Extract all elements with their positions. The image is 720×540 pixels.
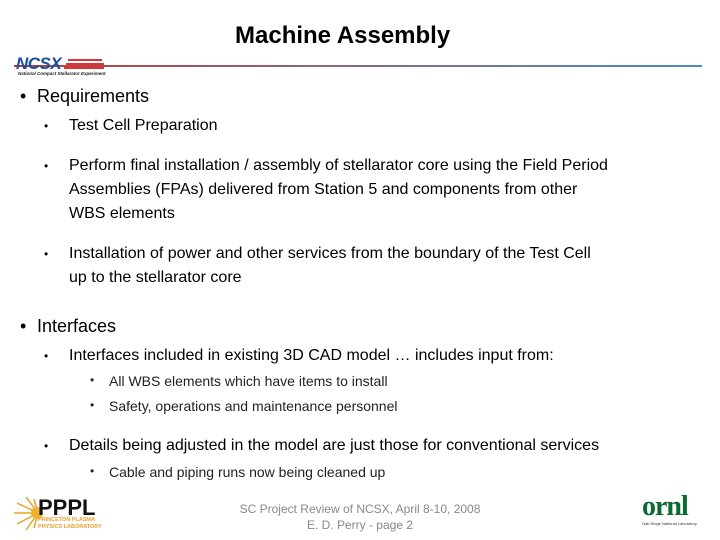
- ornl-logo-text: ornl: [642, 491, 689, 522]
- bullet-icon: •: [44, 247, 49, 261]
- bullet-icon: •: [90, 398, 95, 412]
- item-text: Details being adjusted in the model are …: [69, 437, 600, 454]
- bullet-icon: •: [44, 439, 49, 453]
- footer-line1: SC Project Review of NCSX, April 8-10, 2…: [239, 502, 481, 516]
- ncsx-logo: NCSX National Compact Stellarator Experi…: [16, 54, 111, 80]
- ncsx-stripe: [68, 59, 102, 61]
- ornl-logo: ornl Oak Ridge National Laboratory: [640, 491, 712, 533]
- bullet-icon: •: [20, 316, 27, 336]
- bullet-icon: •: [20, 86, 27, 106]
- item-text: Test Cell Preparation: [69, 117, 218, 134]
- ornl-logo-tagline: Oak Ridge National Laboratory: [642, 521, 697, 526]
- item-text-line: up to the stellarator core: [69, 269, 242, 286]
- footer-line2: E. D. Perry - page 2: [306, 518, 414, 532]
- bullet-icon: •: [90, 373, 95, 387]
- item-text-line: Perform final installation / assembly of…: [69, 157, 608, 174]
- heading-interfaces: Interfaces: [37, 316, 117, 336]
- sub-item-text: Safety, operations and maintenance perso…: [109, 398, 398, 414]
- sub-item-text: Cable and piping runs now being cleaned …: [109, 464, 386, 480]
- pppl-logo: PPPL PRINCETON PLASMA PHYSICS LABORATORY: [12, 495, 102, 537]
- heading-requirements: Requirements: [37, 86, 150, 106]
- item-text-line: WBS elements: [69, 205, 175, 222]
- item-text-line: Assemblies (FPAs) delivered from Station…: [69, 181, 578, 198]
- ncsx-stripe: [66, 63, 104, 65]
- bullet-icon: •: [44, 119, 49, 133]
- pppl-logo-tagline: PRINCETON PLASMA PHYSICS LABORATORY: [38, 517, 102, 531]
- item-text: Interfaces included in existing 3D CAD m…: [69, 347, 554, 364]
- bullet-icon: •: [44, 159, 49, 173]
- pppl-tagline-line1: PRINCETON PLASMA: [38, 517, 96, 523]
- sub-item-text: All WBS elements which have items to ins…: [109, 373, 388, 389]
- item-text-line: Installation of power and other services…: [69, 245, 591, 262]
- title-divider: [14, 65, 702, 67]
- pppl-tagline-line2: PHYSICS LABORATORY: [38, 524, 102, 530]
- bullet-icon: •: [90, 464, 95, 478]
- slide-footer: SC Project Review of NCSX, April 8-10, 2…: [200, 501, 520, 533]
- ncsx-stripe: [64, 67, 104, 69]
- slide-title: Machine Assembly: [235, 22, 451, 49]
- bullet-icon: •: [44, 349, 49, 363]
- ncsx-logo-tagline: National Compact Stellarator Experiment: [18, 71, 106, 76]
